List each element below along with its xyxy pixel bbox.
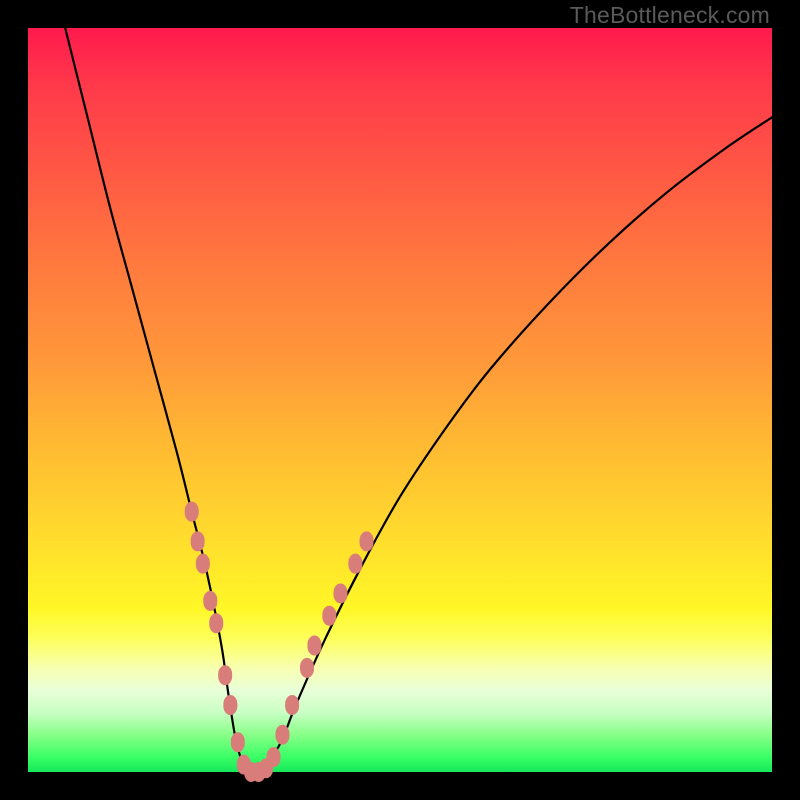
chart-svg: [28, 28, 772, 772]
bead-marker: [322, 606, 336, 626]
beads-group: [185, 502, 374, 782]
plot-area: [28, 28, 772, 772]
bottleneck-curve: [65, 28, 772, 773]
bead-marker: [203, 591, 217, 611]
outer-frame: TheBottleneck.com: [0, 0, 800, 800]
bead-marker: [275, 725, 289, 745]
bead-marker: [360, 531, 374, 551]
bead-marker: [267, 747, 281, 767]
bead-marker: [185, 502, 199, 522]
watermark-text: TheBottleneck.com: [570, 2, 770, 29]
bead-marker: [285, 695, 299, 715]
bead-marker: [300, 658, 314, 678]
bead-marker: [191, 531, 205, 551]
bead-marker: [218, 665, 232, 685]
bead-marker: [209, 613, 223, 633]
bead-marker: [223, 695, 237, 715]
bead-marker: [307, 636, 321, 656]
bead-marker: [231, 732, 245, 752]
bead-marker: [348, 554, 362, 574]
bead-marker: [333, 583, 347, 603]
bead-marker: [196, 554, 210, 574]
